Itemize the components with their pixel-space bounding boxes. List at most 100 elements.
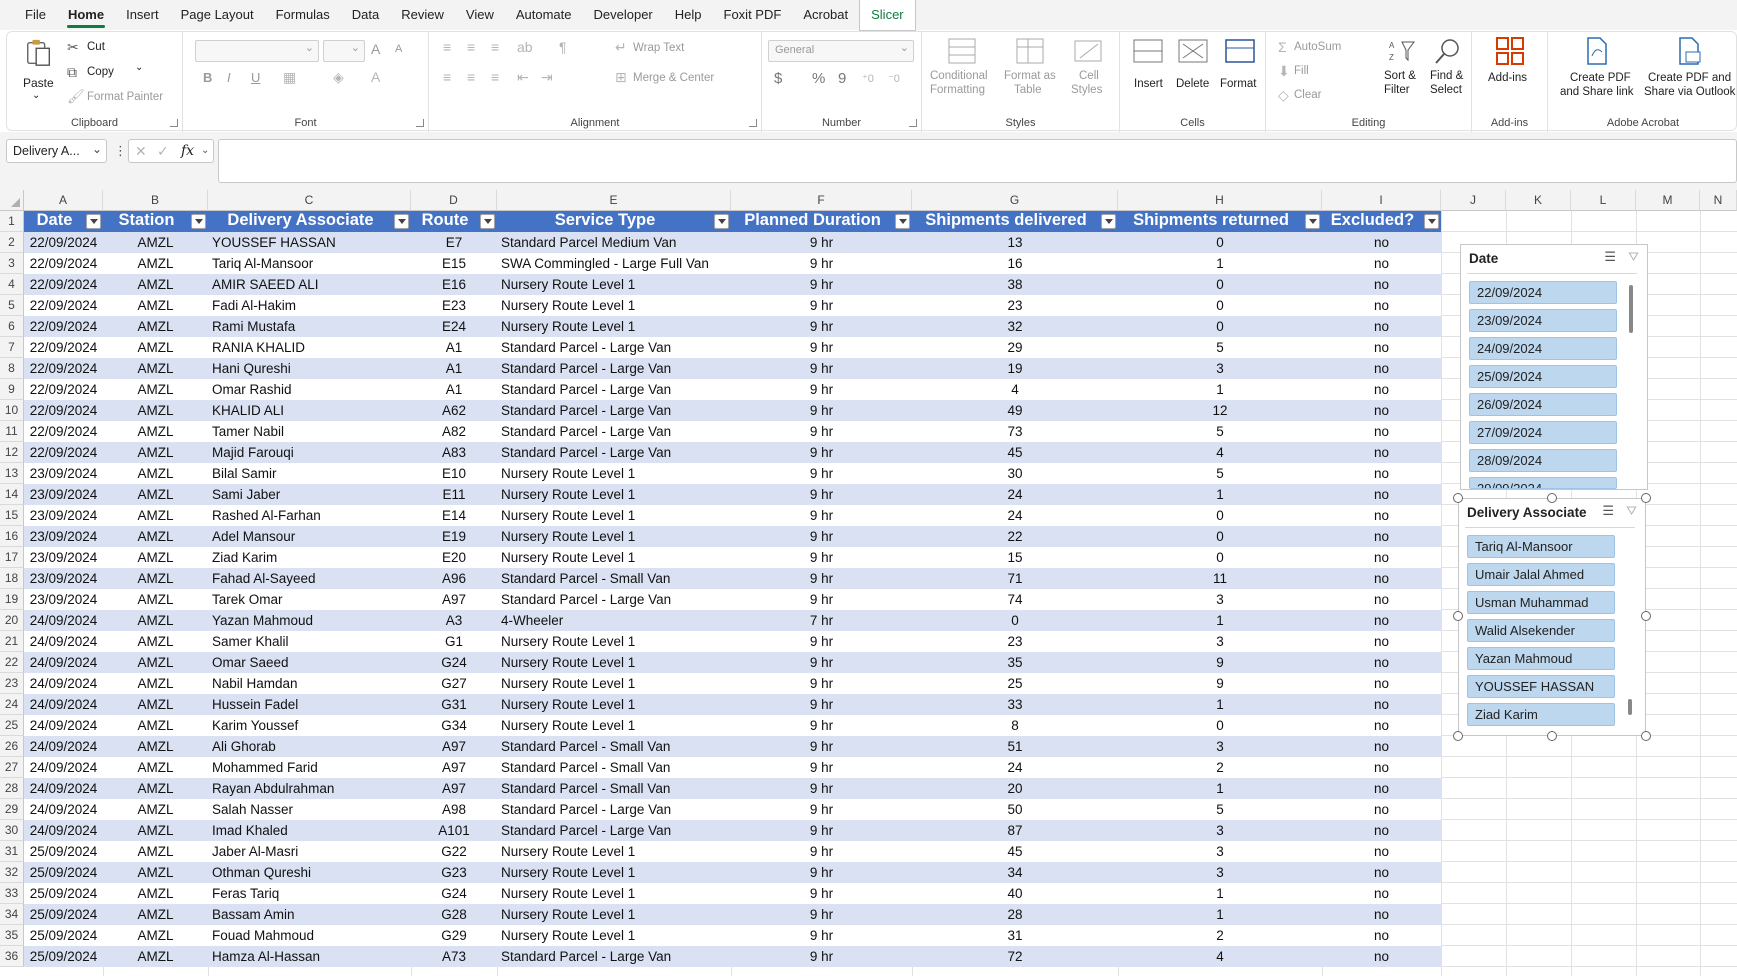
table-cell[interactable]: AMZL (103, 463, 208, 484)
column-header-b[interactable]: B (103, 190, 208, 211)
table-cell[interactable]: 25/09/2024 (24, 946, 103, 967)
font-color-icon[interactable]: A (371, 70, 380, 84)
table-cell[interactable]: Hussein Fadel (208, 694, 411, 715)
table-cell[interactable]: A96 (411, 568, 497, 589)
table-cell[interactable]: AMZL (103, 883, 208, 904)
table-cell[interactable]: 9 hr (731, 232, 912, 253)
table-cell[interactable]: 13 (912, 232, 1118, 253)
table-cell[interactable]: 22/09/2024 (24, 442, 103, 463)
table-cell[interactable]: no (1322, 295, 1441, 316)
table-cell[interactable]: AMZL (103, 253, 208, 274)
row-header[interactable]: 26 (0, 736, 24, 757)
table-cell[interactable]: 9 hr (731, 862, 912, 883)
table-cell[interactable]: 22/09/2024 (24, 253, 103, 274)
table-cell[interactable]: no (1322, 316, 1441, 337)
table-cell[interactable]: 11 (1118, 568, 1322, 589)
table-cell[interactable]: no (1322, 841, 1441, 862)
confirm-icon[interactable]: ✓ (157, 144, 169, 158)
table-cell[interactable]: no (1322, 274, 1441, 295)
table-cell[interactable]: 9 hr (731, 421, 912, 442)
format-painter-button[interactable]: Format Painter (87, 91, 163, 103)
row-header[interactable]: 3 (0, 253, 24, 274)
table-cell[interactable]: 24 (912, 484, 1118, 505)
table-cell[interactable]: 9 hr (731, 295, 912, 316)
table-cell[interactable]: A1 (411, 337, 497, 358)
table-cell[interactable]: AMZL (103, 421, 208, 442)
row-header[interactable]: 31 (0, 841, 24, 862)
increase-decimal-icon[interactable]: ⁺0 (862, 72, 874, 86)
table-cell[interactable]: AMZL (103, 757, 208, 778)
table-cell[interactable]: A98 (411, 799, 497, 820)
table-cell[interactable]: AMZL (103, 652, 208, 673)
tab-review[interactable]: Review (390, 0, 455, 30)
row-header[interactable]: 20 (0, 610, 24, 631)
table-cell[interactable]: 7 hr (731, 610, 912, 631)
table-cell[interactable]: no (1322, 631, 1441, 652)
table-cell[interactable]: Nursery Route Level 1 (497, 547, 731, 568)
row-header[interactable]: 12 (0, 442, 24, 463)
slicer-item[interactable]: Usman Muhammad (1467, 591, 1615, 614)
table-cell[interactable]: 0 (1118, 526, 1322, 547)
table-cell[interactable]: 29 (912, 337, 1118, 358)
table-cell[interactable]: no (1322, 505, 1441, 526)
column-header-e[interactable]: E (497, 190, 731, 211)
autosum-button[interactable]: AutoSum (1294, 41, 1341, 53)
table-cell[interactable]: no (1322, 757, 1441, 778)
table-cell[interactable]: G24 (411, 652, 497, 673)
table-cell[interactable]: 24/09/2024 (24, 799, 103, 820)
table-cell[interactable]: 23/09/2024 (24, 547, 103, 568)
table-cell[interactable]: 4-Wheeler (497, 610, 731, 631)
table-cell[interactable]: Nursery Route Level 1 (497, 631, 731, 652)
row-header[interactable]: 29 (0, 799, 24, 820)
addins-button[interactable]: Add-ins (1486, 36, 1536, 104)
associate-slicer-scrollbar[interactable] (1628, 699, 1632, 715)
table-cell[interactable]: 3 (1118, 820, 1322, 841)
row-header[interactable]: 10 (0, 400, 24, 421)
table-cell[interactable]: 8 (912, 715, 1118, 736)
orientation-icon[interactable]: ab (517, 40, 533, 54)
table-cell[interactable]: Standard Parcel - Large Van (497, 379, 731, 400)
row-header[interactable]: 27 (0, 757, 24, 778)
align-left-icon[interactable]: ≡ (443, 70, 451, 84)
date-slicer[interactable]: Date ☰ ⛛ 22/09/2024 23/09/2024 24/09/2024 2… (1460, 244, 1648, 490)
table-cell[interactable]: KHALID ALI (208, 400, 411, 421)
tab-help[interactable]: Help (664, 0, 713, 30)
tab-formulas[interactable]: Formulas (265, 0, 341, 30)
table-cell[interactable]: no (1322, 736, 1441, 757)
table-cell[interactable]: no (1322, 715, 1441, 736)
comma-button[interactable]: 9 (838, 70, 846, 87)
table-cell[interactable]: 9 hr (731, 925, 912, 946)
table-cell[interactable]: 9 hr (731, 316, 912, 337)
font-name-combo[interactable] (195, 40, 319, 62)
clear-filter-icon[interactable]: ⛛ (1626, 504, 1637, 518)
table-cell[interactable]: Hamza Al-Hassan (208, 946, 411, 967)
table-cell[interactable]: Standard Parcel - Large Van (497, 820, 731, 841)
table-cell[interactable]: AMZL (103, 946, 208, 967)
table-cell[interactable]: 12 (1118, 400, 1322, 421)
table-cell[interactable]: AMZL (103, 358, 208, 379)
filter-dropdown-icon[interactable] (86, 214, 101, 229)
table-cell[interactable]: no (1322, 862, 1441, 883)
table-cell[interactable]: Standard Parcel - Large Van (497, 799, 731, 820)
filter-dropdown-icon[interactable] (394, 214, 409, 229)
create-pdf-outlook-button[interactable]: Create PDF and Share via Outlook (1640, 36, 1736, 104)
insert-function-button[interactable]: fx (181, 143, 194, 159)
filter-dropdown-icon[interactable] (1305, 214, 1320, 229)
table-cell[interactable]: Standard Parcel - Large Van (497, 589, 731, 610)
table-cell[interactable]: 9 hr (731, 442, 912, 463)
table-cell[interactable]: Standard Parcel - Large Van (497, 337, 731, 358)
table-cell[interactable]: Hani Qureshi (208, 358, 411, 379)
table-cell[interactable]: 22/09/2024 (24, 337, 103, 358)
table-cell[interactable]: 24/09/2024 (24, 820, 103, 841)
row-header[interactable]: 35 (0, 925, 24, 946)
table-cell[interactable]: G31 (411, 694, 497, 715)
table-cell[interactable]: 1 (1118, 379, 1322, 400)
table-cell[interactable]: 74 (912, 589, 1118, 610)
row-header[interactable]: 30 (0, 820, 24, 841)
table-cell[interactable]: 23/09/2024 (24, 505, 103, 526)
table-cell[interactable]: 72 (912, 946, 1118, 967)
row-header[interactable]: 6 (0, 316, 24, 337)
table-cell[interactable]: Standard Parcel Medium Van (497, 232, 731, 253)
fill-color-icon[interactable]: ◈ (333, 70, 344, 84)
tab-data[interactable]: Data (341, 0, 390, 30)
